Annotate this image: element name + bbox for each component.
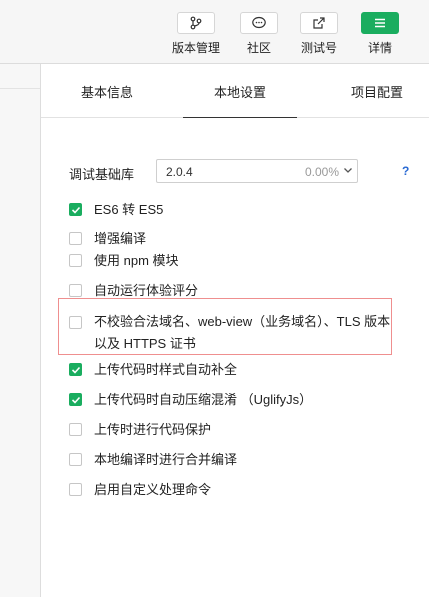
option-label: 增强编译: [94, 231, 147, 246]
option-label: 启用自定义处理命令: [94, 482, 212, 497]
checkbox-unchecked[interactable]: [69, 284, 82, 297]
test-account-button[interactable]: 测试号: [291, 12, 347, 56]
external-link-icon: [300, 12, 338, 34]
details-label: 详情: [367, 41, 392, 55]
tab-basic-info[interactable]: 基本信息: [67, 64, 147, 117]
checkbox-unchecked[interactable]: [69, 423, 82, 436]
tab-local-settings[interactable]: 本地设置: [183, 64, 297, 118]
checkbox-unchecked[interactable]: [69, 483, 82, 496]
editor-panel-edge: [0, 64, 41, 597]
menu-icon: [361, 12, 399, 34]
debug-lib-row: 调试基础库 2.0.4 0.00% ?: [69, 158, 409, 186]
test-account-label: 测试号: [300, 41, 337, 55]
option-label: 不校验合法域名、web-view（业务域名）、TLS 版本以及 HTTPS 证书: [94, 314, 391, 351]
debug-lib-label: 调试基础库: [69, 167, 135, 182]
version-management-button[interactable]: 版本管理: [168, 12, 224, 56]
debug-lib-select[interactable]: 2.0.4 0.00%: [156, 159, 358, 183]
debug-lib-version: 2.0.4: [166, 165, 193, 179]
chevron-down-icon: [343, 163, 353, 182]
checkbox-checked[interactable]: [69, 203, 82, 216]
option-label: 使用 npm 模块: [94, 253, 179, 268]
option-label: 上传代码时自动压缩混淆 （UglifyJs）: [94, 392, 313, 407]
option-label: 本地编译时进行合并编译: [94, 452, 238, 467]
option-label: 自动运行体验评分: [94, 283, 199, 298]
chat-bubble-icon: [240, 12, 278, 34]
top-toolbar: 版本管理 社区 测试号 详情: [0, 0, 429, 64]
checkbox-checked[interactable]: [69, 363, 82, 376]
option-label: 上传时进行代码保护: [94, 422, 212, 437]
option-label: ES6 转 ES5: [94, 202, 164, 217]
version-management-label: 版本管理: [171, 41, 220, 55]
community-button[interactable]: 社区: [231, 12, 287, 56]
help-icon[interactable]: ?: [402, 164, 409, 178]
details-panel: 基本信息 本地设置 项目配置 调试基础库 2.0.4 0.00% ? ES6 转…: [41, 64, 429, 597]
checkbox-unchecked[interactable]: [69, 254, 82, 267]
checkbox-unchecked[interactable]: [69, 453, 82, 466]
checkbox-unchecked[interactable]: [69, 316, 82, 329]
branch-icon: [177, 12, 215, 34]
checkbox-unchecked[interactable]: [69, 232, 82, 245]
details-button[interactable]: 详情: [352, 12, 408, 56]
divider: [0, 88, 40, 89]
details-tabs: 基本信息 本地设置 项目配置: [41, 64, 429, 118]
community-label: 社区: [246, 41, 271, 55]
debug-lib-percent: 0.00%: [304, 165, 339, 179]
checkbox-checked[interactable]: [69, 393, 82, 406]
tab-project-config[interactable]: 项目配置: [337, 64, 417, 117]
option-label: 上传代码时样式自动补全: [94, 362, 238, 377]
